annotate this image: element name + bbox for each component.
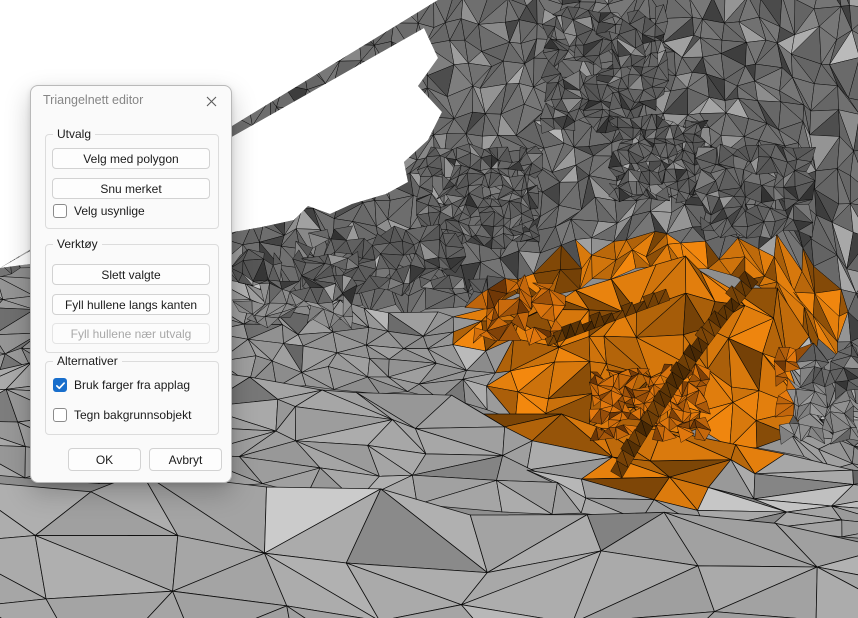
slett-valgte-button[interactable]: Slett valgte xyxy=(52,264,210,285)
velg-med-polygon-button[interactable]: Velg med polygon xyxy=(52,148,210,169)
triangle-net-editor-dialog: Triangelnett editor Utvalg Velg med poly… xyxy=(30,85,232,483)
fyll-hullene-langs-kanten-button[interactable]: Fyll hullene langs kanten xyxy=(52,294,210,315)
checkmark-icon xyxy=(55,380,66,391)
velg-usynlige-checkbox-row[interactable]: Velg usynlige xyxy=(53,204,145,218)
snu-merket-button[interactable]: Snu merket xyxy=(52,178,210,199)
group-alternativer: Alternativer Bruk farger fra applag Tegn… xyxy=(45,361,219,435)
bruk-farger-checkbox[interactable] xyxy=(53,378,67,392)
group-utvalg-label: Utvalg xyxy=(53,127,95,141)
group-alternativer-label: Alternativer xyxy=(53,354,122,368)
group-verktoy: Verktøy Slett valgte Fyll hullene langs … xyxy=(45,244,219,353)
close-button[interactable] xyxy=(196,90,226,112)
dialog-title: Triangelnett editor xyxy=(43,93,143,107)
group-verktoy-label: Verktøy xyxy=(53,237,102,251)
avbryt-button[interactable]: Avbryt xyxy=(149,448,222,471)
fyll-hullene-naer-utvalg-button[interactable]: Fyll hullene nær utvalg xyxy=(52,323,210,344)
ok-button[interactable]: OK xyxy=(68,448,141,471)
velg-usynlige-label: Velg usynlige xyxy=(74,204,145,218)
velg-usynlige-checkbox[interactable] xyxy=(53,204,67,218)
group-utvalg: Utvalg Velg med polygon Snu merket Velg … xyxy=(45,134,219,229)
tegn-bakgrunnsobjekt-checkbox[interactable] xyxy=(53,408,67,422)
tegn-bakgrunnsobjekt-label: Tegn bakgrunnsobjekt xyxy=(74,408,191,422)
close-icon xyxy=(206,96,217,107)
bruk-farger-label: Bruk farger fra applag xyxy=(74,378,190,392)
bruk-farger-checkbox-row[interactable]: Bruk farger fra applag xyxy=(53,378,190,392)
tegn-bakgrunnsobjekt-checkbox-row[interactable]: Tegn bakgrunnsobjekt xyxy=(53,408,191,422)
